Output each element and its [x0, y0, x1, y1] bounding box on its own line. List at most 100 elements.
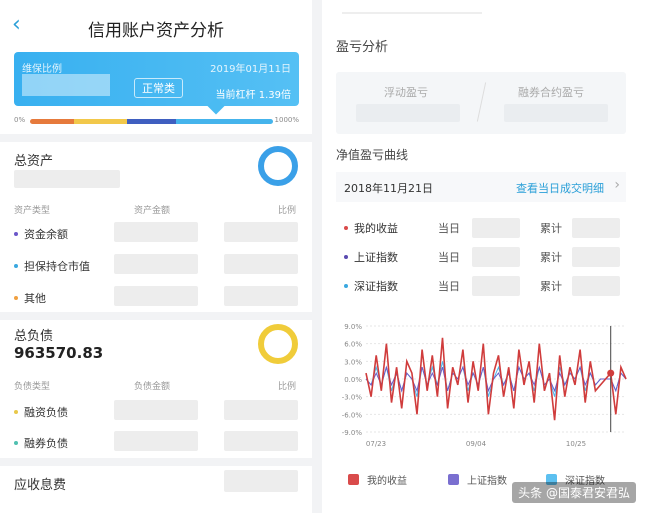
asset-row-label: 担保持仓市值: [24, 260, 90, 273]
legend-label: 上证指数: [467, 476, 507, 487]
liab-donut: [258, 324, 298, 364]
sh-dot: [344, 255, 348, 259]
margin-dot: [14, 410, 18, 414]
col-liab-ratio: 比例: [278, 382, 297, 392]
sz-cum-mask: [572, 276, 620, 296]
pl-divider: [476, 82, 487, 122]
short-ratio-mask: [224, 431, 298, 451]
y-tick-label: -3.0%: [342, 394, 363, 402]
nav-header: ‹ 信用账户资产分析: [0, 0, 312, 50]
legend-row-sz: 深证指数 当日 累计: [336, 272, 626, 300]
legend-cum: 累计: [540, 222, 562, 235]
other-amount-mask: [114, 286, 198, 306]
section-separator: [0, 134, 312, 142]
y-tick-label: -9.0%: [342, 429, 363, 437]
legend-cum: 累计: [540, 280, 562, 293]
liab-row-short: 融券负债: [14, 435, 68, 451]
section-separator: [0, 312, 312, 320]
leverage-text: 当前杠杆 1.39倍: [215, 90, 291, 101]
legend-day: 当日: [438, 251, 460, 264]
total-liab-title: 总负债: [14, 329, 54, 344]
cash-dot: [14, 232, 18, 236]
legend-name: 上证指数: [344, 249, 398, 265]
y-tick-label: 6.0%: [344, 341, 362, 349]
legend-label: 深证指数: [354, 280, 398, 293]
watermark: 头条 @国泰君安君弘: [512, 482, 636, 503]
cursor-marker: [607, 369, 615, 377]
fees-mask: [224, 470, 298, 492]
ratio-value-mask: [22, 74, 110, 96]
total-liab-value: 963570.83: [14, 344, 104, 362]
legend-name: 深证指数: [344, 278, 398, 294]
bar-max-label: 1000%: [274, 116, 299, 124]
legend-row-sh: 上证指数 当日 累计: [336, 243, 626, 271]
selected-date: 2018年11月21日: [344, 182, 433, 195]
sh-day-mask: [472, 247, 520, 267]
col-liab-amount: 负债金额: [134, 382, 171, 392]
x-tick-label: 10/25: [566, 440, 586, 448]
mine-day-mask: [472, 218, 520, 238]
x-tick-label: 09/04: [466, 440, 487, 448]
bar-seg-warning: [73, 119, 128, 124]
maintenance-ratio-card[interactable]: 维保比例 2019年01月11日 正常类 当前杠杆 1.39倍: [14, 52, 299, 115]
liab-row-margin: 融资负债: [14, 404, 68, 420]
legend-label: 上证指数: [354, 251, 398, 264]
col-asset-ratio: 比例: [278, 206, 297, 216]
panel-divider: [312, 0, 322, 513]
chevron-right-icon[interactable]: ›: [614, 177, 620, 193]
float-pl-label: 浮动盈亏: [384, 86, 428, 99]
ratio-label: 维保比例: [22, 64, 62, 75]
legend-item-sh[interactable]: 上证指数: [448, 472, 507, 487]
ratio-track: [30, 119, 273, 124]
bar-min-label: 0%: [14, 116, 26, 124]
fees-title: 应收息费: [14, 478, 67, 493]
y-tick-label: 0.0%: [344, 376, 362, 384]
legend-name: 我的收益: [344, 220, 398, 236]
col-asset-type: 资产类型: [14, 206, 51, 216]
assets-donut: [258, 146, 298, 186]
short-amount-mask: [114, 431, 198, 451]
sz-dot: [344, 284, 348, 288]
cash-amount-mask: [114, 222, 198, 242]
x-tick-label: 07/23: [366, 440, 386, 448]
top-divider: [342, 12, 482, 14]
legend-day: 当日: [438, 280, 460, 293]
holdings-ratio-mask: [224, 254, 298, 274]
total-assets-mask: [14, 170, 120, 188]
holdings-dot: [14, 264, 18, 268]
short-dot: [14, 441, 18, 445]
pl-analysis-panel: 盈亏分析 浮动盈亏 融券合约盈亏 净值盈亏曲线 2018年11月21日 查看当日…: [322, 0, 648, 513]
liab-row-label: 融资负债: [24, 406, 68, 419]
legend-label: 我的收益: [354, 222, 398, 235]
section-separator: [0, 458, 312, 466]
status-badge: 正常类: [134, 78, 183, 98]
y-tick-label: 9.0%: [344, 323, 362, 331]
pl-summary-card: 浮动盈亏 融券合约盈亏: [336, 72, 626, 134]
ratio-bar: 0% 1000%: [14, 114, 299, 128]
total-assets-title: 总资产: [14, 154, 54, 169]
card-date: 2019年01月11日: [210, 64, 291, 75]
margin-ratio-mask: [224, 400, 298, 420]
bar-seg-safe: [175, 119, 273, 124]
trade-detail-link[interactable]: 查看当日成交明细: [516, 180, 604, 196]
col-liab-type: 负债类型: [14, 382, 51, 392]
legend-row-mine: 我的收益 当日 累计: [336, 214, 626, 242]
asset-row-other: 其他: [14, 290, 46, 306]
mine-swatch: [348, 474, 359, 485]
contract-pl-mask: [504, 104, 608, 122]
bar-seg-normal: [127, 119, 176, 124]
col-asset-amount: 资产金额: [134, 206, 171, 216]
page-title: 信用账户资产分析: [88, 21, 224, 41]
other-dot: [14, 296, 18, 300]
sh-swatch: [448, 474, 459, 485]
sz-day-mask: [472, 276, 520, 296]
legend-label: 我的收益: [367, 476, 407, 487]
legend-item-mine[interactable]: 我的收益: [348, 472, 407, 487]
pl-line-chart[interactable]: 9.0% 6.0% 3.0% 0.0% -3.0% -6.0% -9.0%07/23 09/0…: [326, 320, 646, 460]
legend-cum: 累计: [540, 251, 562, 264]
y-tick-label: -6.0%: [342, 411, 363, 419]
date-row[interactable]: 2018年11月21日 查看当日成交明细 ›: [336, 172, 626, 202]
asset-row-label: 其他: [24, 292, 46, 305]
asset-analysis-panel: ‹ 信用账户资产分析 维保比例 2019年01月11日 正常类 当前杠杆 1.3…: [0, 0, 312, 513]
asset-row-label: 资金余额: [24, 228, 68, 241]
